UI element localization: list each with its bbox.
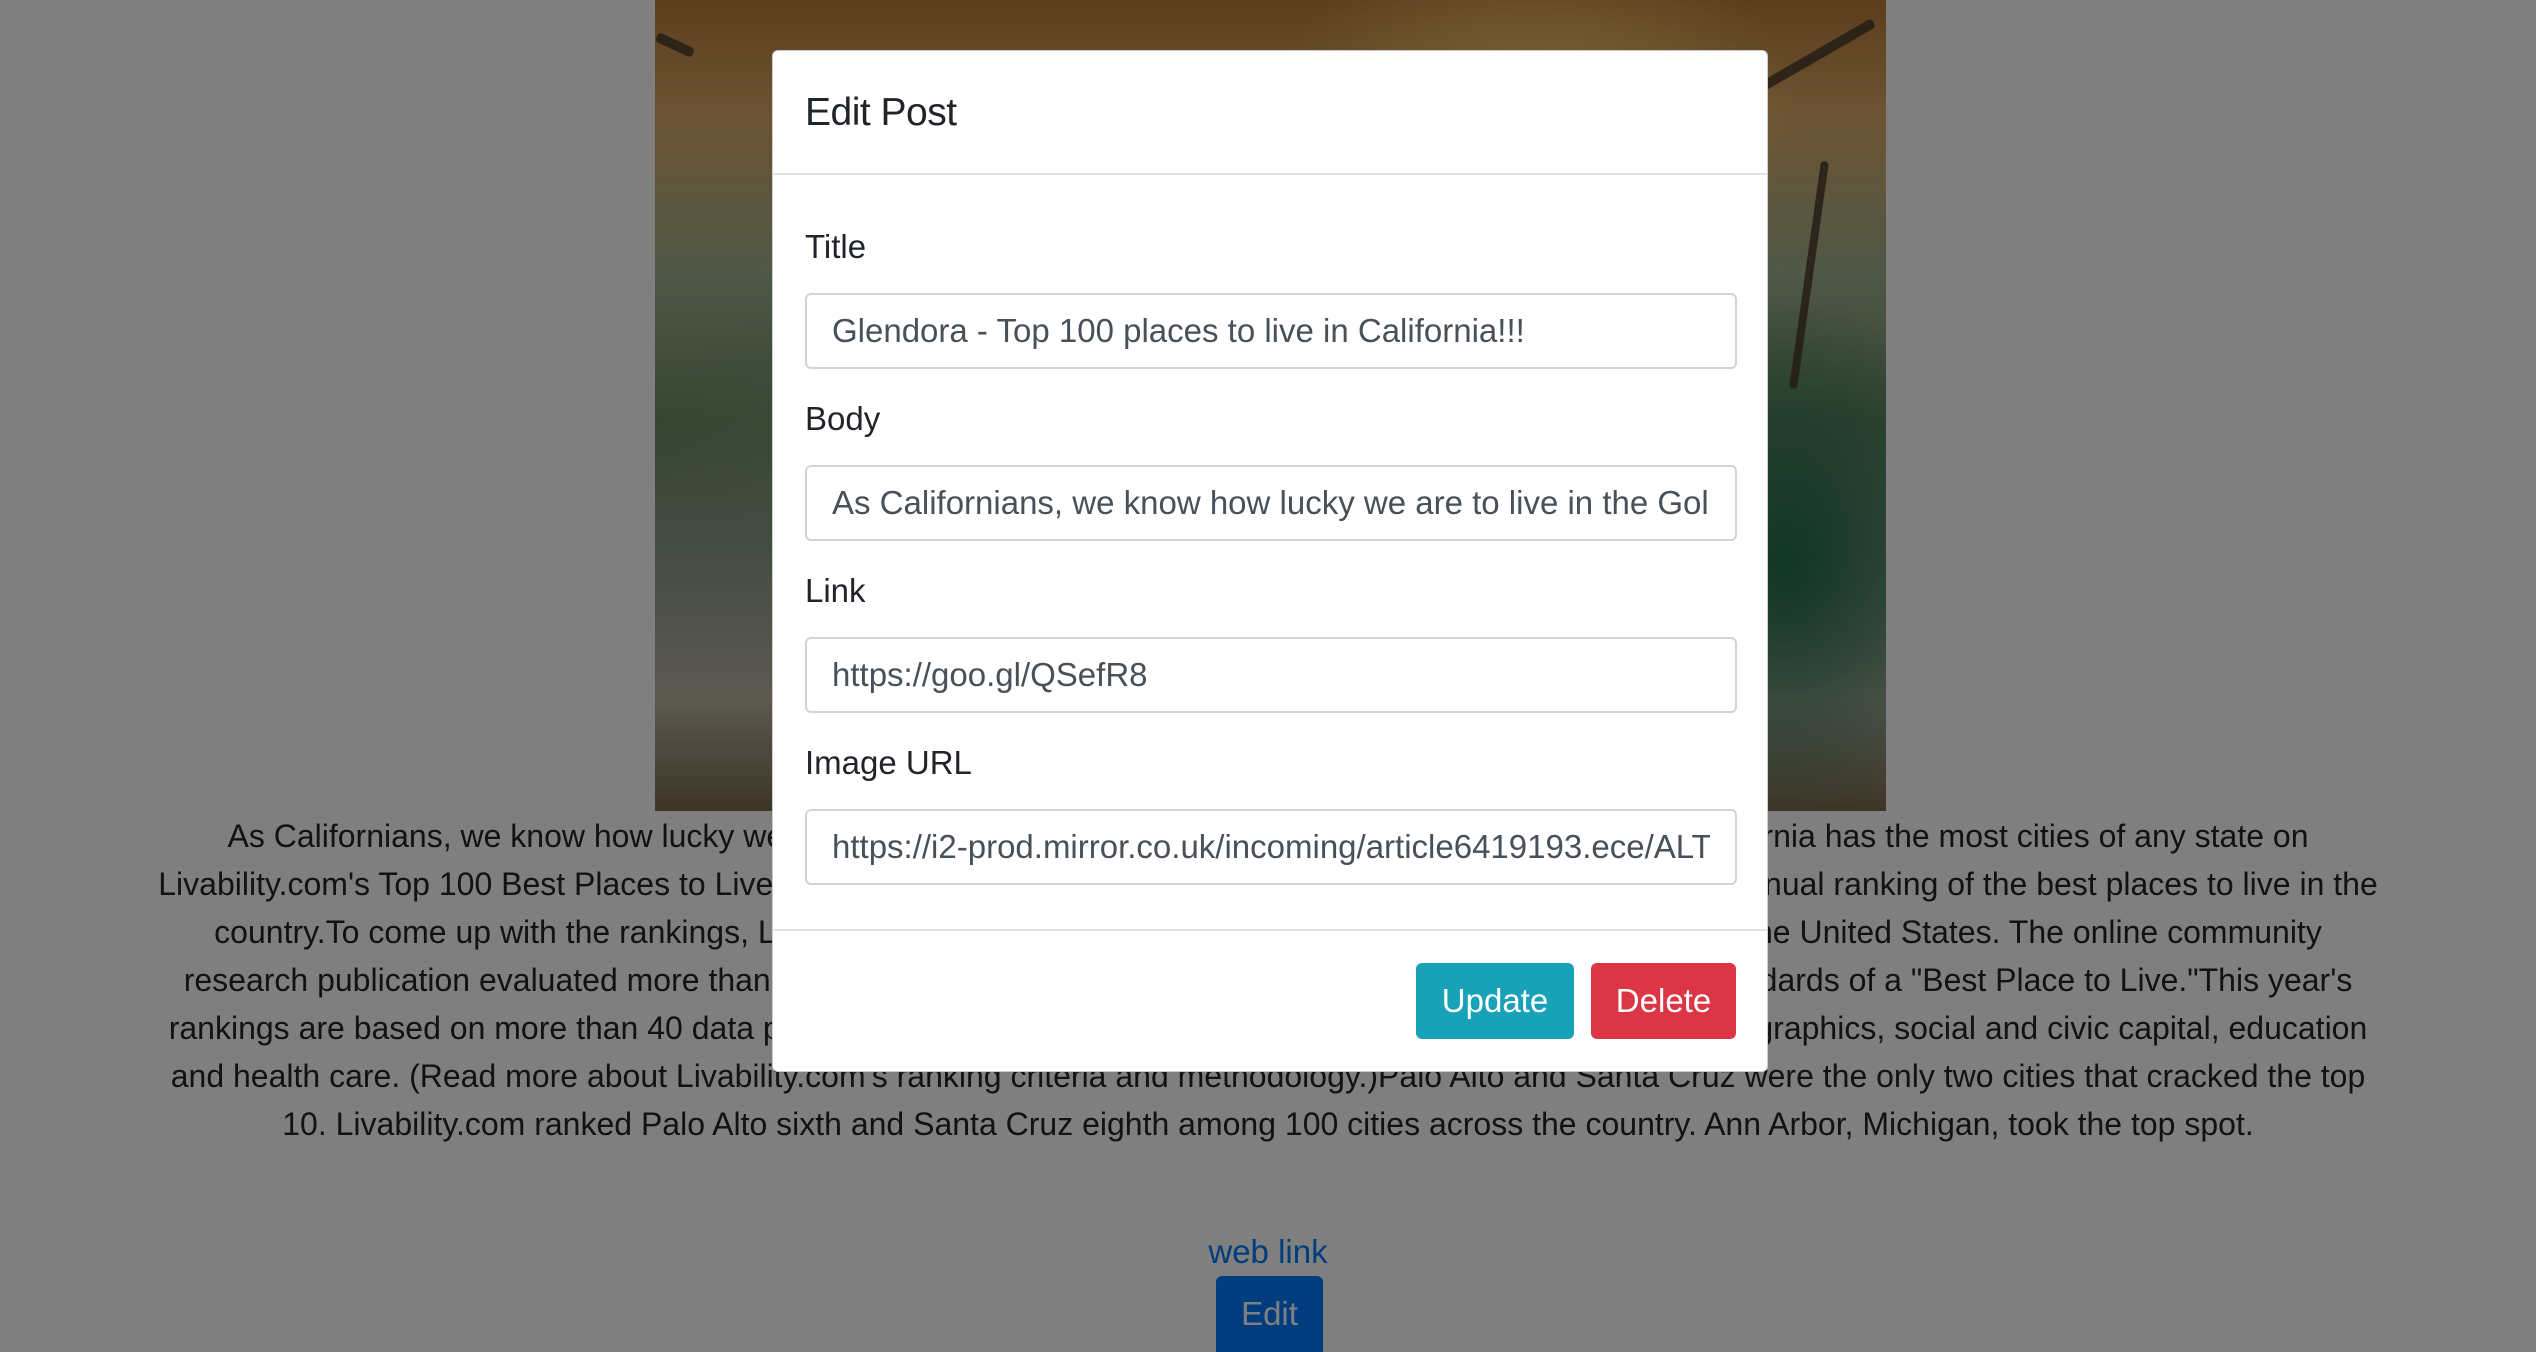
title-form-group: Title <box>805 225 1737 369</box>
image-url-input[interactable] <box>805 809 1737 885</box>
modal-footer: Update Delete <box>773 929 1767 1071</box>
modal-header: Edit Post <box>773 51 1767 175</box>
modal-body: Title Body Link Image URL <box>773 175 1767 978</box>
edit-post-modal: Edit Post Title Body Link Image URL Upda… <box>772 50 1768 1072</box>
link-form-group: Link <box>805 569 1737 713</box>
body-form-group: Body <box>805 397 1737 541</box>
link-label: Link <box>805 572 866 609</box>
image-url-label: Image URL <box>805 744 972 781</box>
body-label: Body <box>805 400 881 437</box>
body-input[interactable] <box>805 465 1737 541</box>
update-button[interactable]: Update <box>1416 963 1574 1039</box>
title-label: Title <box>805 228 867 265</box>
image-url-form-group: Image URL <box>805 741 1737 885</box>
link-input[interactable] <box>805 637 1737 713</box>
delete-button[interactable]: Delete <box>1591 963 1736 1039</box>
modal-title: Edit Post <box>805 91 957 134</box>
title-input[interactable] <box>805 293 1737 369</box>
